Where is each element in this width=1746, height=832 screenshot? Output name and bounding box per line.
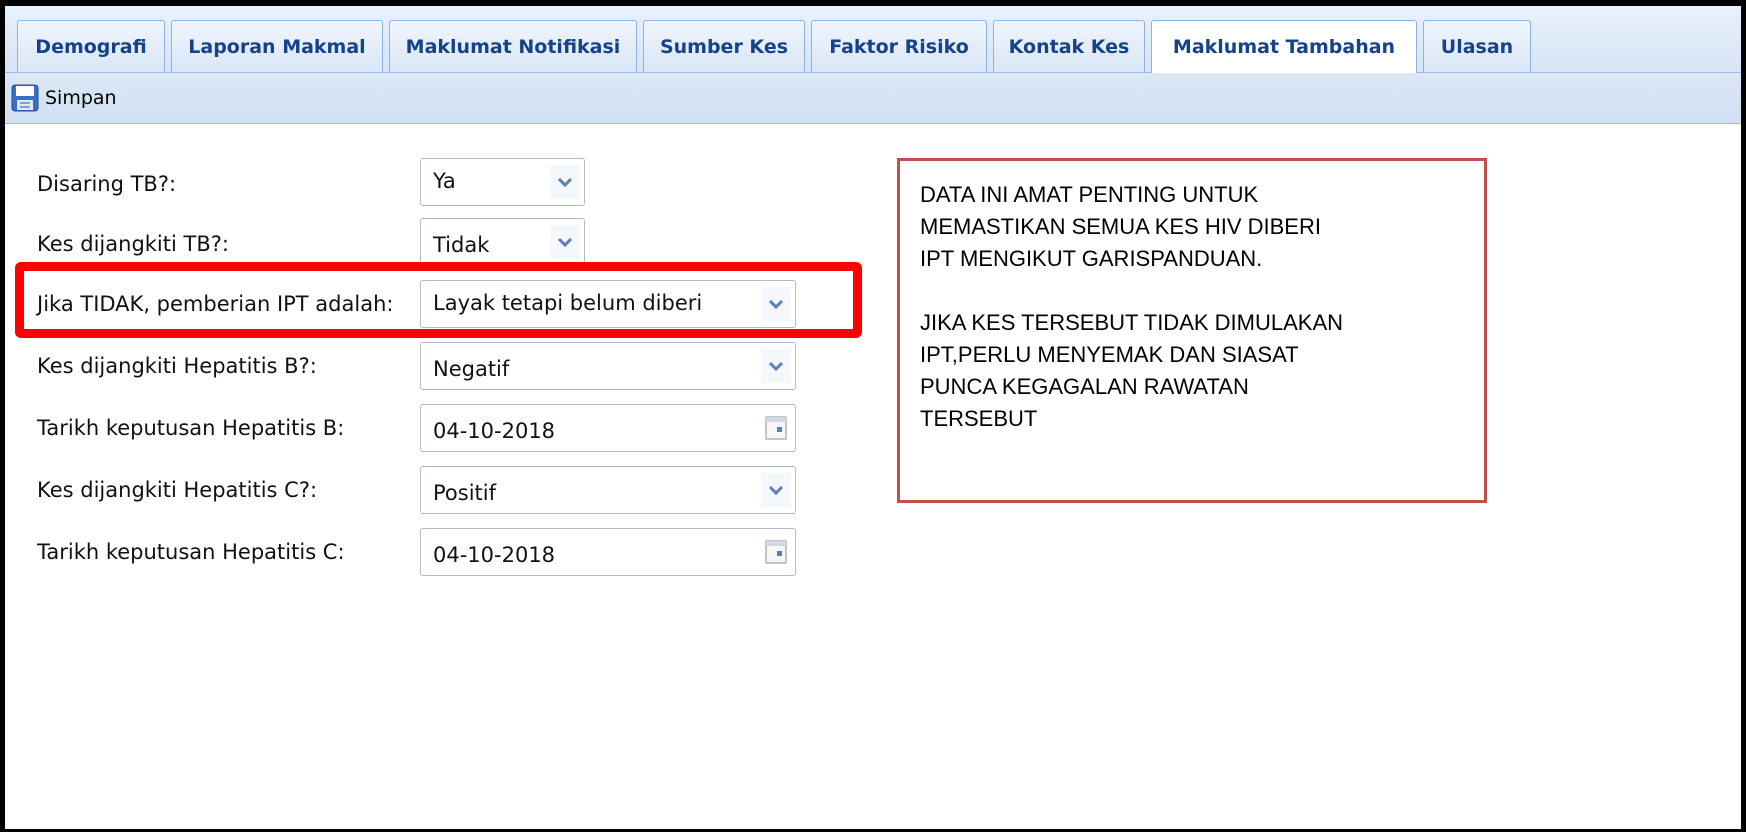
hep-b-value: Negatif bbox=[433, 357, 510, 381]
chevron-down-icon[interactable] bbox=[761, 349, 791, 383]
floppy-disk-icon bbox=[11, 84, 39, 112]
chevron-down-icon[interactable] bbox=[761, 473, 791, 507]
note-line: IPT,PERLU MENYEMAK DAN SIASAT bbox=[920, 342, 1299, 367]
tb-screened-select[interactable]: Ya bbox=[420, 158, 585, 206]
tab-faktor-risiko[interactable]: Faktor Risiko bbox=[811, 20, 987, 72]
note-line: DATA INI AMAT PENTING UNTUK bbox=[920, 182, 1259, 207]
tb-infected-select[interactable]: Tidak bbox=[420, 218, 585, 266]
note-spacer bbox=[920, 275, 1464, 307]
tab-kontak-kes[interactable]: Kontak Kes bbox=[993, 20, 1145, 72]
tab-sumber-kes[interactable]: Sumber Kes bbox=[643, 20, 805, 72]
note-line: IPT MENGIKUT GARISPANDUAN. bbox=[920, 246, 1263, 271]
note-line: JIKA KES TERSEBUT TIDAK DIMULAKAN bbox=[920, 310, 1344, 335]
tab-label: Sumber Kes bbox=[659, 35, 789, 58]
tab-bar: Demografi Laporan Makmal Maklumat Notifi… bbox=[5, 6, 1741, 73]
tab-maklumat-tambahan[interactable]: Maklumat Tambahan bbox=[1151, 20, 1417, 73]
hep-c-select[interactable]: Positif bbox=[420, 466, 796, 514]
tab-demografi[interactable]: Demografi bbox=[17, 20, 165, 72]
hep-b-date-field[interactable]: 04-10-2018 bbox=[420, 404, 796, 452]
note-line: PUNCA KEGAGALAN RAWATAN bbox=[920, 374, 1249, 399]
tb-infected-label: Kes dijangkiti TB?: bbox=[37, 232, 229, 256]
tab-label: Demografi bbox=[35, 35, 147, 58]
tab-label: Maklumat Notifikasi bbox=[405, 35, 621, 58]
calendar-icon[interactable] bbox=[761, 535, 791, 569]
note-line: MEMASTIKAN SEMUA KES HIV DIBERI bbox=[920, 214, 1321, 239]
hep-b-label: Kes dijangkiti Hepatitis B?: bbox=[37, 354, 317, 378]
tab-label: Faktor Risiko bbox=[829, 35, 969, 58]
hep-b-date-value: 04-10-2018 bbox=[433, 419, 556, 443]
tb-screened-label: Disaring TB?: bbox=[37, 172, 177, 196]
tb-infected-value: Tidak bbox=[433, 233, 490, 257]
tab-laporan-makmal[interactable]: Laporan Makmal bbox=[171, 20, 383, 72]
save-button[interactable]: Simpan bbox=[11, 81, 117, 115]
tab-ulasan[interactable]: Ulasan bbox=[1423, 20, 1531, 72]
toolbar: Simpan bbox=[5, 73, 1741, 124]
highlight-box bbox=[15, 262, 862, 338]
hep-c-date-value: 04-10-2018 bbox=[433, 543, 556, 567]
chevron-down-icon[interactable] bbox=[550, 165, 580, 199]
hep-b-date-label: Tarikh keputusan Hepatitis B: bbox=[37, 416, 345, 440]
tab-maklumat-notifikasi[interactable]: Maklumat Notifikasi bbox=[389, 20, 637, 72]
tb-screened-value: Ya bbox=[433, 169, 456, 193]
tab-label: Ulasan bbox=[1440, 35, 1514, 58]
hep-c-value: Positif bbox=[433, 481, 496, 505]
annotation-note: DATA INI AMAT PENTING UNTUK MEMASTIKAN S… bbox=[897, 158, 1487, 503]
calendar-icon[interactable] bbox=[761, 411, 791, 445]
hep-b-select[interactable]: Negatif bbox=[420, 342, 796, 390]
tab-label: Maklumat Tambahan bbox=[1172, 36, 1396, 58]
tab-label: Kontak Kes bbox=[1008, 35, 1130, 58]
tab-label: Laporan Makmal bbox=[188, 35, 366, 58]
chevron-down-icon[interactable] bbox=[550, 225, 580, 259]
save-label: Simpan bbox=[45, 87, 117, 109]
note-line: TERSEBUT bbox=[920, 406, 1038, 431]
hep-c-date-label: Tarikh keputusan Hepatitis C: bbox=[37, 540, 345, 564]
window-frame: Demografi Laporan Makmal Maklumat Notifi… bbox=[0, 0, 1746, 832]
hep-c-label: Kes dijangkiti Hepatitis C?: bbox=[37, 478, 318, 502]
hep-c-date-field[interactable]: 04-10-2018 bbox=[420, 528, 796, 576]
